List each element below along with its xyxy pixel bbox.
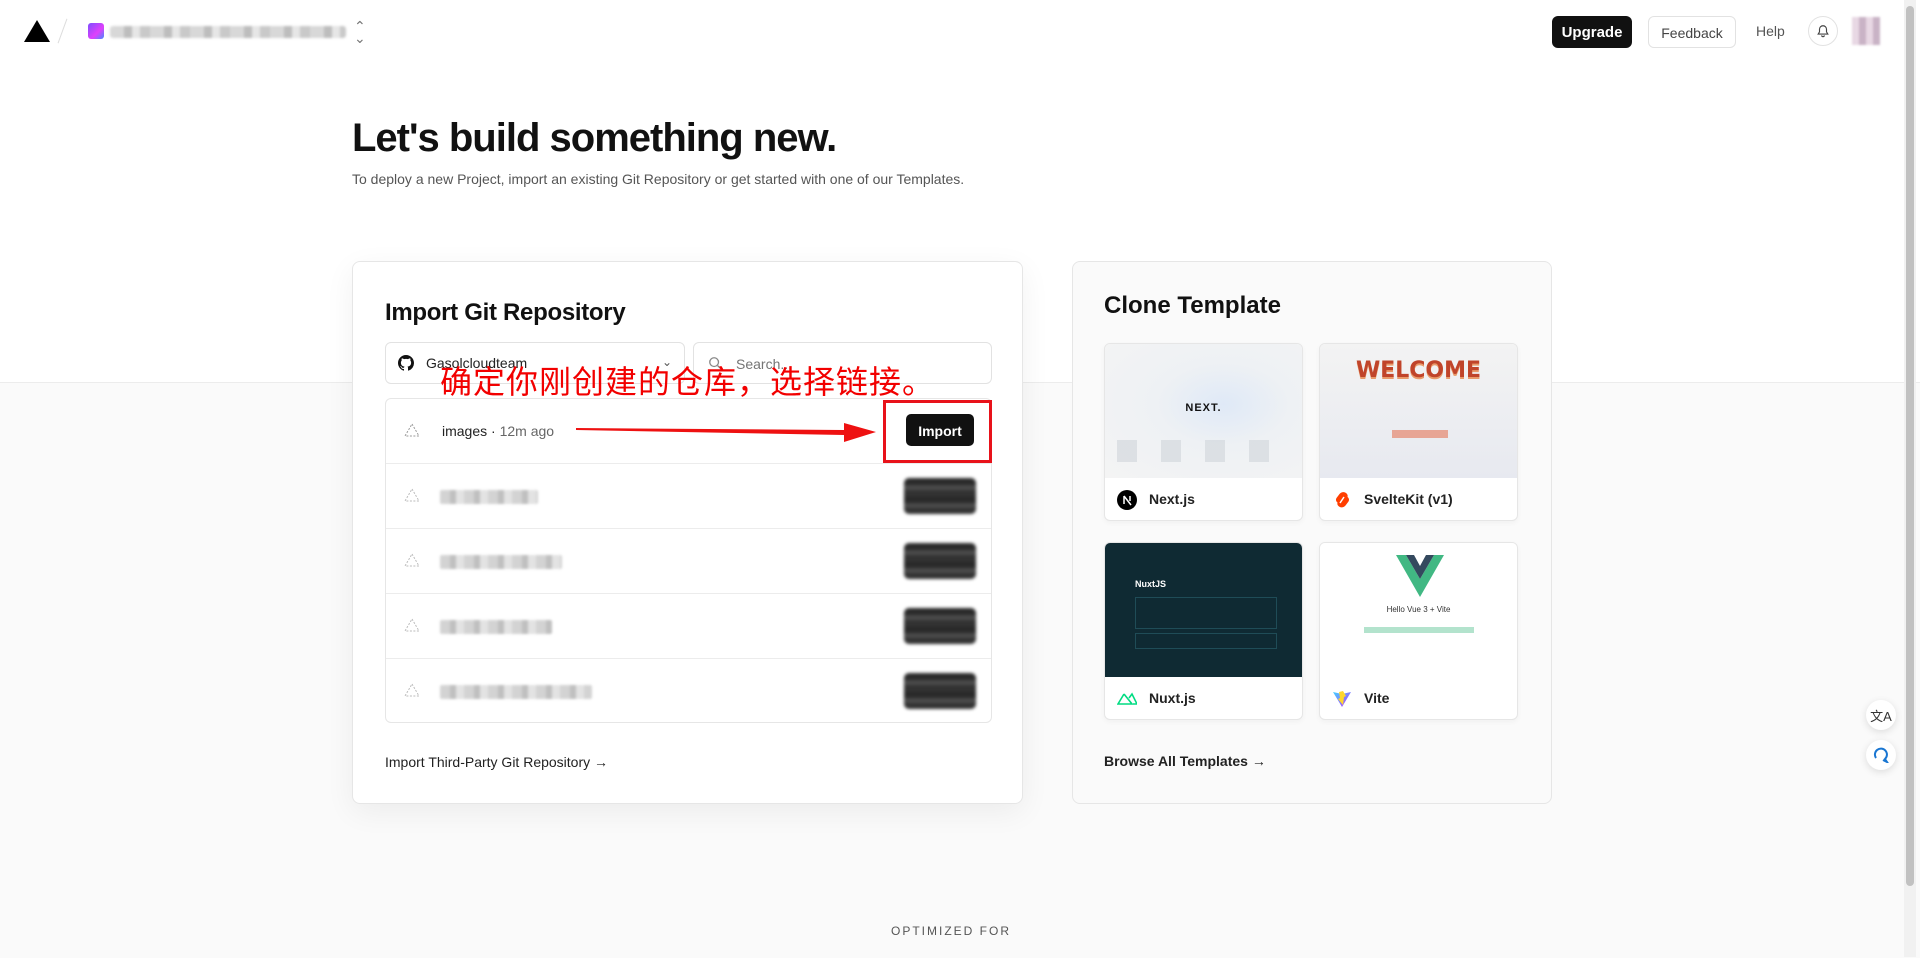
nuxtjs-thumb-logo: NuxtJS: [1135, 579, 1167, 589]
team-avatar[interactable]: [88, 23, 104, 39]
repo-triangle-icon: [404, 553, 420, 572]
page-title: Let's build something new.: [352, 116, 837, 160]
sveltekit-thumbnail: WELCOME: [1320, 344, 1517, 478]
redacted-repo-name: [440, 490, 538, 504]
svelte-icon: [1332, 490, 1352, 510]
template-vite[interactable]: Hello Vue 3 + Vite Vite: [1319, 542, 1518, 720]
clone-template-title: Clone Template: [1104, 292, 1281, 319]
redacted-repo-name: [440, 685, 592, 699]
nuxtjs-thumbnail: NuxtJS: [1105, 543, 1302, 677]
sveltekit-thumb-welcome: WELCOME: [1355, 358, 1482, 383]
browse-all-templates-link[interactable]: Browse All Templates →: [1104, 753, 1266, 769]
team-switcher-chevron-icon[interactable]: ⌃ ⌄: [354, 19, 366, 45]
repo-triangle-icon: [404, 488, 420, 507]
redacted-import-button[interactable]: [904, 673, 976, 709]
clone-template-card: Clone Template NEXT. Next.js WELCOME Sve…: [1072, 261, 1552, 804]
redacted-import-button[interactable]: [904, 478, 976, 514]
help-link[interactable]: Help: [1756, 23, 1785, 39]
redacted-repo-name: [440, 555, 562, 569]
nextjs-thumb-logo: NEXT.: [1185, 402, 1222, 414]
feedback-button[interactable]: Feedback: [1648, 16, 1736, 48]
upgrade-button[interactable]: Upgrade: [1552, 16, 1632, 48]
redacted-import-button[interactable]: [904, 543, 976, 579]
nav-separator: [57, 18, 68, 44]
github-icon: [398, 355, 415, 376]
page-subtitle: To deploy a new Project, import an exist…: [352, 171, 965, 187]
template-name: Vite: [1364, 690, 1390, 706]
redacted-import-button[interactable]: [904, 608, 976, 644]
import-third-party-link[interactable]: Import Third-Party Git Repository →: [385, 754, 608, 770]
nextjs-thumbnail: NEXT.: [1105, 344, 1302, 478]
vercel-logo-icon[interactable]: [24, 20, 50, 42]
template-nextjs[interactable]: NEXT. Next.js: [1104, 343, 1303, 521]
vite-thumbnail: Hello Vue 3 + Vite: [1320, 543, 1517, 677]
nextjs-icon: [1117, 490, 1137, 510]
vite-icon: [1332, 689, 1352, 709]
optimized-for-label: OPTIMIZED FOR: [891, 924, 1011, 938]
assistant-icon[interactable]: [1866, 740, 1896, 770]
import-git-repository-card: Import Git Repository Gasolcloudteam ⌄ i…: [352, 261, 1023, 804]
repo-triangle-icon: [404, 618, 420, 637]
vite-thumb-text: Hello Vue 3 + Vite: [1386, 605, 1451, 614]
repo-triangle-icon: [404, 423, 420, 442]
repository-row-redacted[interactable]: [386, 594, 991, 659]
team-name-redacted[interactable]: [110, 26, 346, 38]
import-card-title: Import Git Repository: [385, 299, 626, 326]
template-name: Next.js: [1149, 491, 1195, 507]
translate-icon[interactable]: 文A: [1866, 700, 1896, 730]
template-name: SvelteKit (v1): [1364, 491, 1453, 507]
user-avatar[interactable]: [1852, 17, 1880, 45]
template-name: Nuxt.js: [1149, 690, 1196, 706]
repo-triangle-icon: [404, 683, 420, 702]
repository-row-redacted[interactable]: [386, 464, 991, 529]
annotation-text: 确定你刚创建的仓库，选择链接。: [440, 363, 936, 401]
notification-bell-icon[interactable]: [1808, 16, 1838, 46]
repository-row-redacted[interactable]: [386, 529, 991, 594]
top-nav: ⌃ ⌄ Upgrade Feedback Help: [0, 0, 1900, 64]
vue-logo-icon: [1396, 555, 1444, 597]
repository-row-redacted[interactable]: [386, 659, 991, 722]
repository-name: images · 12m ago: [442, 423, 555, 439]
nuxt-icon: [1116, 689, 1139, 709]
redacted-repo-name: [440, 620, 552, 634]
repository-updated-time: 12m ago: [499, 423, 555, 439]
template-sveltekit[interactable]: WELCOME SvelteKit (v1): [1319, 343, 1518, 521]
scrollbar-thumb[interactable]: [1906, 6, 1914, 886]
template-nuxtjs[interactable]: NuxtJS Nuxt.js: [1104, 542, 1303, 720]
annotation-arrow-icon: [576, 423, 876, 442]
annotation-highlight-box: [883, 400, 992, 463]
